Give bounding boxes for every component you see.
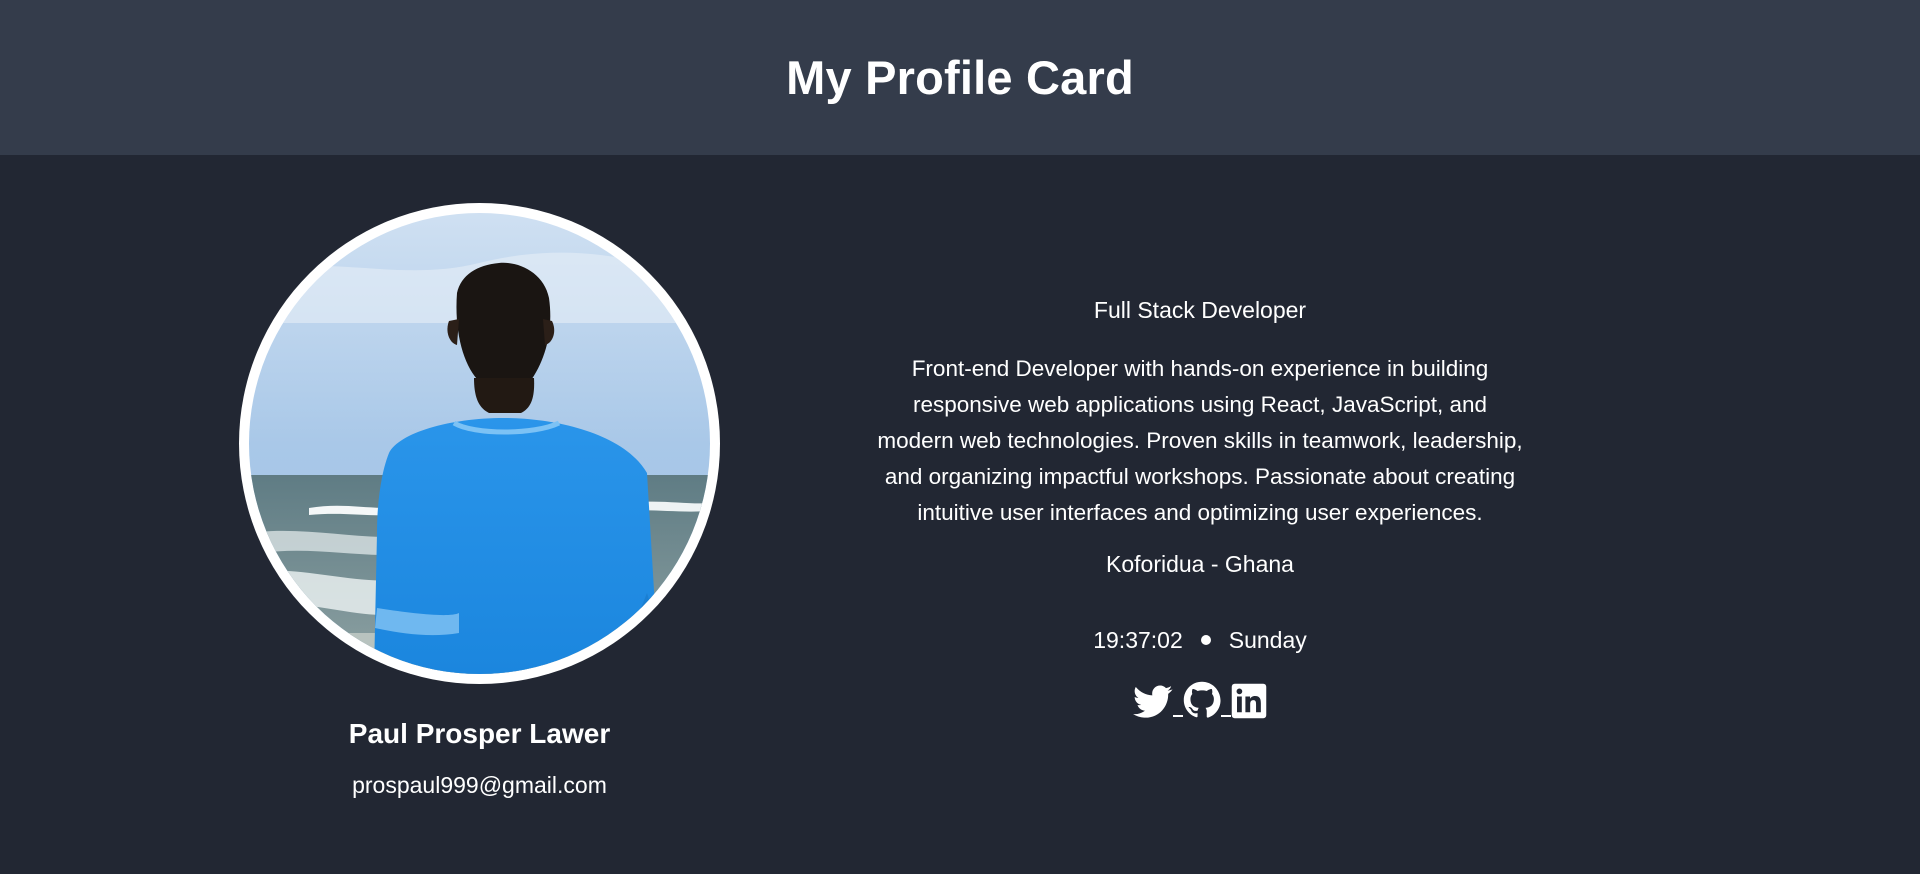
profile-email: prospaul999@gmail.com [352,772,607,798]
twitter-link[interactable] [1133,685,1173,719]
current-day: Sunday [1228,627,1307,653]
separator-dot [1200,635,1211,645]
current-time: 19:37:02 [1093,627,1183,653]
profile-bio: Front-end Developer with hands-on experi… [877,356,1523,525]
link-separator [1221,715,1231,717]
page-title: My Profile Card [786,51,1134,104]
avatar-photo [249,213,710,674]
profile-identity: Paul Prosper Lawer prospaul999@gmail.com [239,203,720,799]
linkedin-link[interactable] [1231,683,1267,719]
page-header: My Profile Card [0,0,1920,155]
profile-name: Paul Prosper Lawer [348,718,611,749]
clock-row: 19:37:02 Sunday [870,625,1530,655]
avatar [249,213,710,674]
profile-card: Paul Prosper Lawer prospaul999@gmail.com… [0,155,1920,874]
github-icon [1183,681,1221,718]
link-separator [1173,715,1183,717]
avatar-frame [239,203,720,684]
profile-role: Full Stack Developer [1093,297,1307,323]
twitter-icon [1133,685,1173,718]
profile-details: Full Stack Developer Front-end Developer… [870,295,1530,719]
social-links [870,681,1530,719]
linkedin-icon [1231,683,1267,719]
profile-location: Koforidua - Ghana [1106,551,1294,577]
github-link[interactable] [1183,681,1221,719]
